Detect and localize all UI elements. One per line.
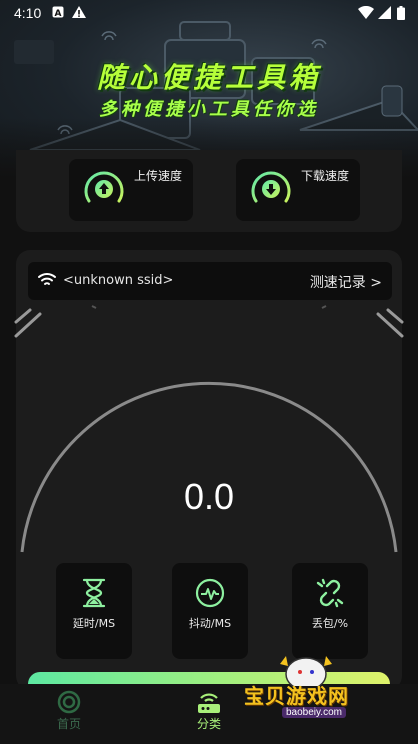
latency-label: 延时/MS <box>72 617 116 630</box>
speed-gauge <box>14 305 404 553</box>
download-speed-label: 下载速度 <box>301 169 350 183</box>
download-speed-button[interactable]: 下载速度 <box>236 159 360 221</box>
watermark-text: 宝贝游戏网 <box>244 684 349 708</box>
watermark: 宝贝游戏网 baobeiy.com <box>236 646 396 726</box>
banner-title: 随心便捷工具箱 <box>96 61 321 94</box>
status-bar: 4:10 A <box>0 0 418 26</box>
latency-metric: 延时/MS <box>56 563 132 659</box>
warning-icon <box>72 6 86 18</box>
pulse-icon <box>195 578 225 608</box>
battery-icon <box>397 6 405 20</box>
nav-item-home[interactable]: 首页 <box>29 690 109 732</box>
upload-speed-label: 上传速度 <box>134 169 183 183</box>
wifi-icon <box>38 273 56 285</box>
packet-loss-metric: 丢包/% <box>292 563 368 659</box>
jitter-metric: 抖动/MS <box>172 563 248 659</box>
watermark-url: baobeiy.com <box>282 707 346 718</box>
speed-record-link[interactable]: 测速记录 > <box>310 272 382 292</box>
home-ring-icon <box>57 690 81 714</box>
ssid-text: <unknown ssid> <box>63 273 174 288</box>
network-bar: <unknown ssid> 测速记录 > <box>28 262 392 300</box>
wifi-status-icon <box>358 6 374 19</box>
hourglass-icon <box>82 578 106 608</box>
signal-icon <box>378 6 391 19</box>
download-gauge-icon <box>251 171 291 209</box>
jitter-label: 抖动/MS <box>188 617 232 630</box>
packet-loss-label: 丢包/% <box>311 617 349 630</box>
nav-label-home: 首页 <box>56 717 81 731</box>
upload-speed-button[interactable]: 上传速度 <box>69 159 193 221</box>
status-time: 4:10 <box>14 5 42 21</box>
banner-subtitle: 多种便捷小工具任你选 <box>99 99 319 120</box>
upload-gauge-icon <box>84 171 124 209</box>
router-icon <box>198 693 220 713</box>
notification-a-icon: A <box>52 6 64 18</box>
svg-text:A: A <box>55 9 62 18</box>
speed-value: 0.0 <box>183 476 235 517</box>
broken-link-icon <box>316 578 344 608</box>
